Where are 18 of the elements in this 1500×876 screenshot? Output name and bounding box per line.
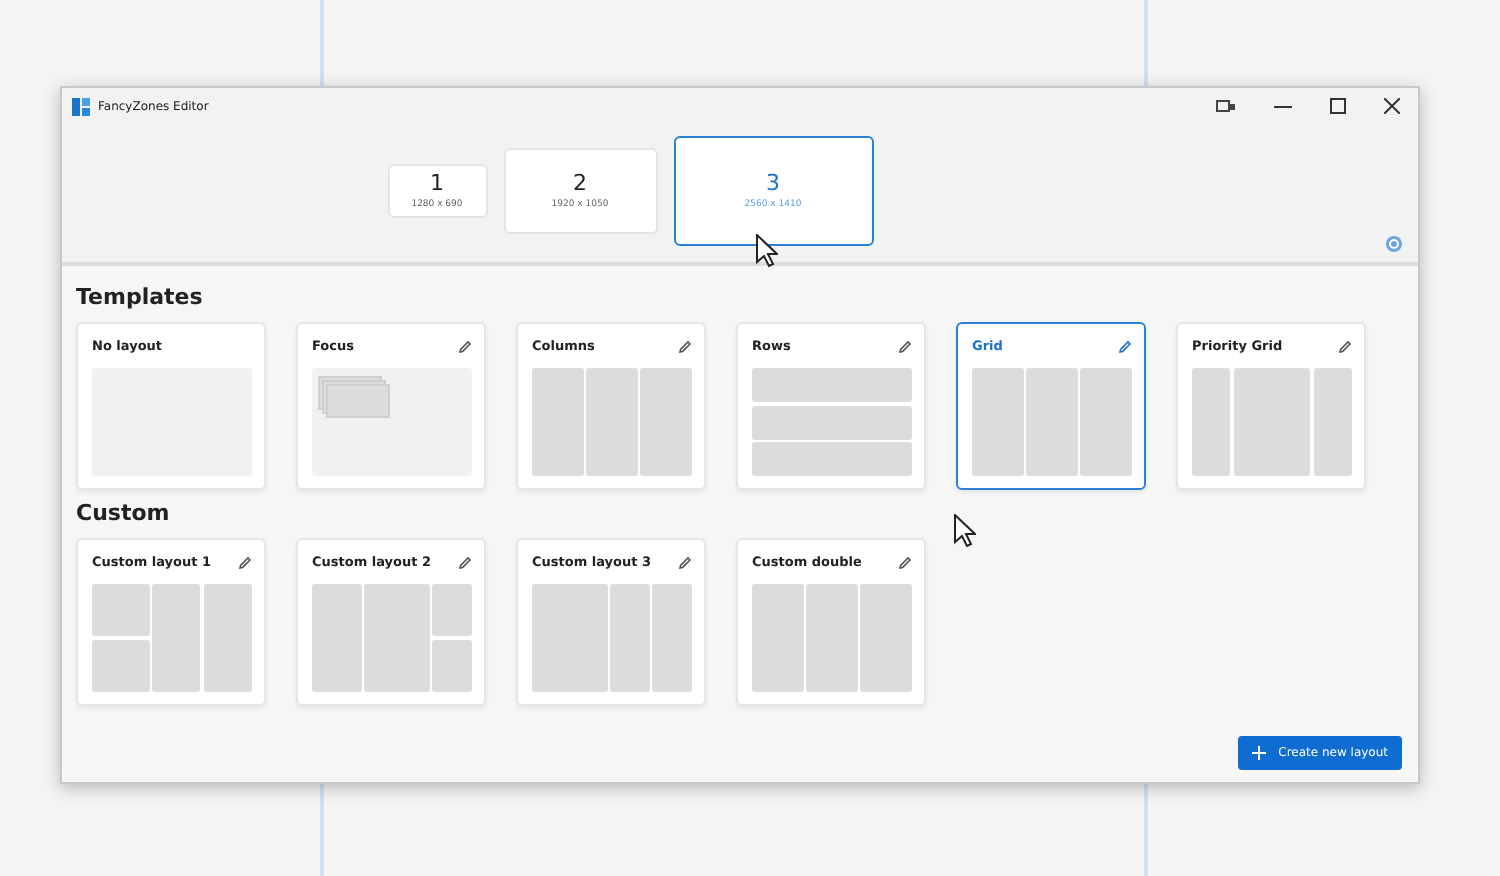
app-icon: [72, 97, 90, 115]
monitor-icon[interactable]: [1216, 99, 1236, 113]
cursor-icon: [954, 514, 976, 548]
close-icon[interactable]: [1384, 98, 1400, 114]
section-heading: Custom: [76, 500, 172, 526]
pencil-icon[interactable]: [678, 555, 692, 569]
pencil-icon[interactable]: [1118, 339, 1132, 353]
help-icon[interactable]: [1386, 236, 1402, 252]
pencil-icon[interactable]: [678, 339, 692, 353]
plus-icon: [1252, 746, 1267, 760]
maximize-icon[interactable]: [1330, 98, 1346, 114]
pencil-icon[interactable]: [898, 555, 912, 569]
pencil-icon[interactable]: [238, 555, 252, 569]
pencil-icon[interactable]: [458, 555, 472, 569]
pencil-icon[interactable]: [458, 339, 472, 353]
section-heading: Templates: [76, 284, 205, 310]
pencil-icon[interactable]: [1338, 339, 1352, 353]
pencil-icon[interactable]: [898, 339, 912, 353]
